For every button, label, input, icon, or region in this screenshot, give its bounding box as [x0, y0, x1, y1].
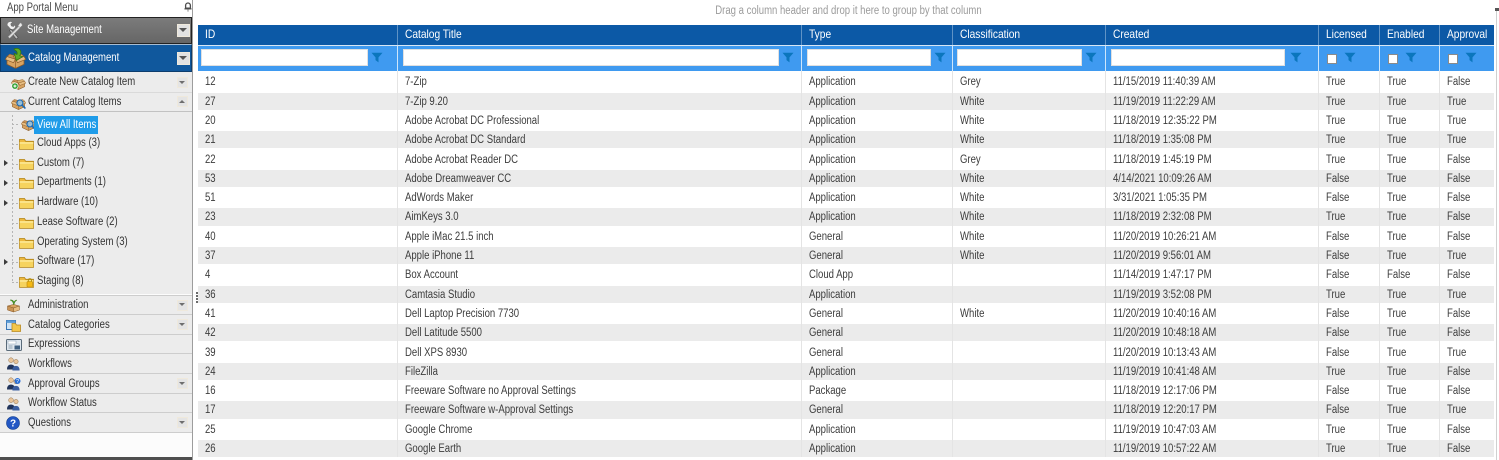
svg-text:?: ?	[16, 379, 19, 385]
svg-text:?: ?	[10, 419, 16, 430]
